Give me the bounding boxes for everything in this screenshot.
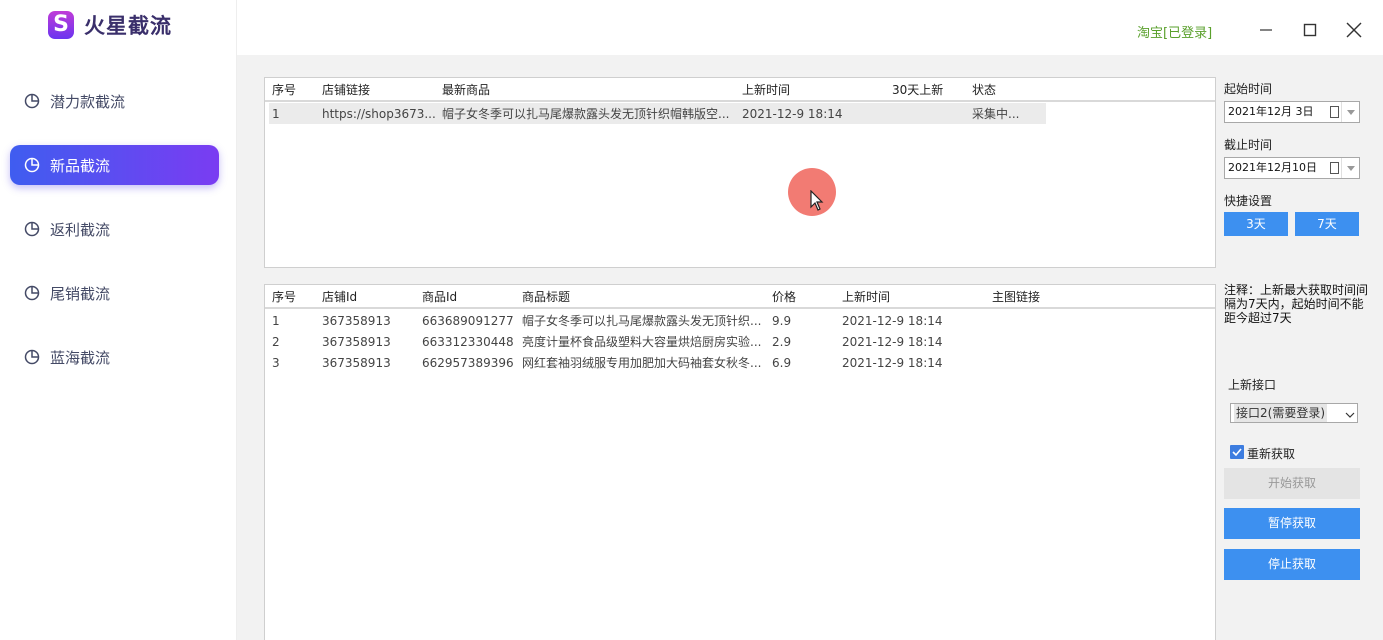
table-cell: 2021-12-9 18:14 [842,356,943,370]
column-header[interactable]: 上新时间 [842,286,890,308]
table-row[interactable]: 1 https://shop3673... 帽子女冬季可以扎马尾爆款露头发无顶针… [269,103,1046,124]
pie-chart-icon [24,157,40,173]
pie-chart-icon [24,285,40,301]
table-cell: 采集中... [972,107,1020,121]
quick-7-days-button[interactable]: 7天 [1295,212,1359,236]
column-header[interactable]: 30天上新 [892,79,943,101]
calendar-icon [1330,106,1339,118]
table-cell: 2 [272,335,280,349]
sidebar-item-new-product[interactable]: 新品截流 [10,145,219,185]
sidebar-item-label: 潜力款截流 [50,92,126,111]
column-header[interactable]: 主图链接 [992,286,1040,308]
table-cell: 9.9 [772,314,792,328]
table-cell: 367358913 [322,356,391,370]
table-cell: 367358913 [322,335,391,349]
table-cell: 2021-12-9 18:14 [842,335,943,349]
stop-fetch-button[interactable]: 停止获取 [1224,549,1360,580]
table-cell: 帽子女冬季可以扎马尾爆款露头发无顶针织帽韩版空... [442,107,730,121]
quick-3-days-button[interactable]: 3天 [1224,212,1288,236]
start-fetch-button[interactable]: 开始获取 [1224,468,1360,499]
sidebar-item-label: 尾销截流 [50,284,111,303]
column-header[interactable]: 商品Id [422,286,457,308]
close-icon [1346,22,1362,38]
table-cell: https://shop3673... [322,107,436,121]
table-cell: 663689091277 [422,314,514,328]
sidebar-item-rebate[interactable]: 返利截流 [10,209,219,249]
sidebar-item-label: 蓝海截流 [50,348,111,367]
table-cell: 3 [272,356,280,370]
api-label: 上新接口 [1228,378,1277,392]
minimize-button[interactable] [1249,14,1283,46]
calendar-icon [1330,162,1339,174]
end-time-label: 截止时间 [1224,138,1273,152]
product-table[interactable]: 序号 店铺Id 商品Id 商品标题 价格 上新时间 主图链接 1 3673589… [264,284,1216,640]
shop-table-header: 序号 店铺链接 最新商品 上新时间 30天上新 状态 [265,78,1215,102]
column-header[interactable]: 商品标题 [522,286,570,308]
product-table-header: 序号 店铺Id 商品Id 商品标题 价格 上新时间 主图链接 [265,285,1215,309]
start-date-value: 2021年12月 3日 [1228,105,1314,118]
table-cell: 帽子女冬季可以扎马尾爆款露头发无顶针织... [522,314,762,328]
column-header[interactable]: 价格 [772,286,796,308]
column-header[interactable]: 序号 [272,286,296,308]
end-date-picker[interactable]: 2021年12月10日 [1224,157,1360,179]
cursor-icon [810,190,824,211]
table-cell: 网红套袖羽绒服专用加肥加大码袖套女秋冬... [522,356,762,370]
refetch-checkbox[interactable] [1230,445,1244,459]
app-logo: S 火星截流 [48,10,172,40]
table-cell: 亮度计量杯食品级塑料大容量烘焙厨房实验... [522,335,762,349]
column-header[interactable]: 序号 [272,79,296,101]
chevron-down-icon[interactable] [1341,158,1359,178]
pause-fetch-button[interactable]: 暂停获取 [1224,508,1360,539]
quick-settings-label: 快捷设置 [1224,194,1273,208]
app-name: 火星截流 [84,14,172,38]
column-header[interactable]: 上新时间 [742,79,790,101]
login-status[interactable]: 淘宝[已登录] [1137,22,1212,41]
table-cell: 2021-12-9 18:14 [742,107,843,121]
api-select-value: 接口2(需要登录) [1234,404,1327,422]
sidebar-item-label: 新品截流 [50,156,111,175]
column-header[interactable]: 状态 [972,79,996,101]
column-header[interactable]: 店铺Id [322,286,357,308]
maximize-icon [1303,23,1317,37]
check-icon [1232,448,1242,457]
logo-icon: S [48,11,74,39]
pie-chart-icon [24,221,40,237]
chevron-down-icon [1345,407,1355,425]
table-cell: 6.9 [772,356,792,370]
close-button[interactable] [1337,14,1371,46]
refetch-label[interactable]: 重新获取 [1247,445,1295,462]
sidebar-item-potential[interactable]: 潜力款截流 [10,81,219,121]
title-bar: 淘宝[已登录] [237,0,1383,55]
column-header[interactable]: 最新商品 [442,79,490,101]
sidebar-item-blue-ocean[interactable]: 蓝海截流 [10,337,219,377]
app-window: S 火星截流 潜力款截流 新品截流 返利截流 尾销截流 蓝海截流 淘宝[已登录] [0,0,1383,640]
sidebar-item-clearance[interactable]: 尾销截流 [10,273,219,313]
note-text: 注释：上新最大获取时间间隔为7天内，起始时间不能距今超过7天 [1224,283,1369,325]
table-cell: 367358913 [322,314,391,328]
minimize-icon [1260,29,1272,31]
end-date-value: 2021年12月10日 [1228,161,1317,174]
api-select[interactable]: 接口2(需要登录) [1230,403,1358,423]
table-cell: 2.9 [772,335,792,349]
table-cell: 1 [272,314,280,328]
sidebar: S 火星截流 潜力款截流 新品截流 返利截流 尾销截流 蓝海截流 [0,0,237,640]
pie-chart-icon [24,349,40,365]
shop-table[interactable]: 序号 店铺链接 最新商品 上新时间 30天上新 状态 1 https://sho… [264,77,1216,268]
start-date-picker[interactable]: 2021年12月 3日 [1224,101,1360,123]
start-time-label: 起始时间 [1224,82,1273,96]
table-cell: 2021-12-9 18:14 [842,314,943,328]
table-cell: 1 [272,107,280,121]
maximize-button[interactable] [1293,14,1327,46]
table-cell: 663312330448 [422,335,514,349]
sidebar-item-label: 返利截流 [50,220,111,239]
pie-chart-icon [24,93,40,109]
main-content: 序号 店铺链接 最新商品 上新时间 30天上新 状态 1 https://sho… [237,55,1383,640]
column-header[interactable]: 店铺链接 [322,79,370,101]
table-cell: 662957389396 [422,356,514,370]
chevron-down-icon[interactable] [1341,102,1359,122]
